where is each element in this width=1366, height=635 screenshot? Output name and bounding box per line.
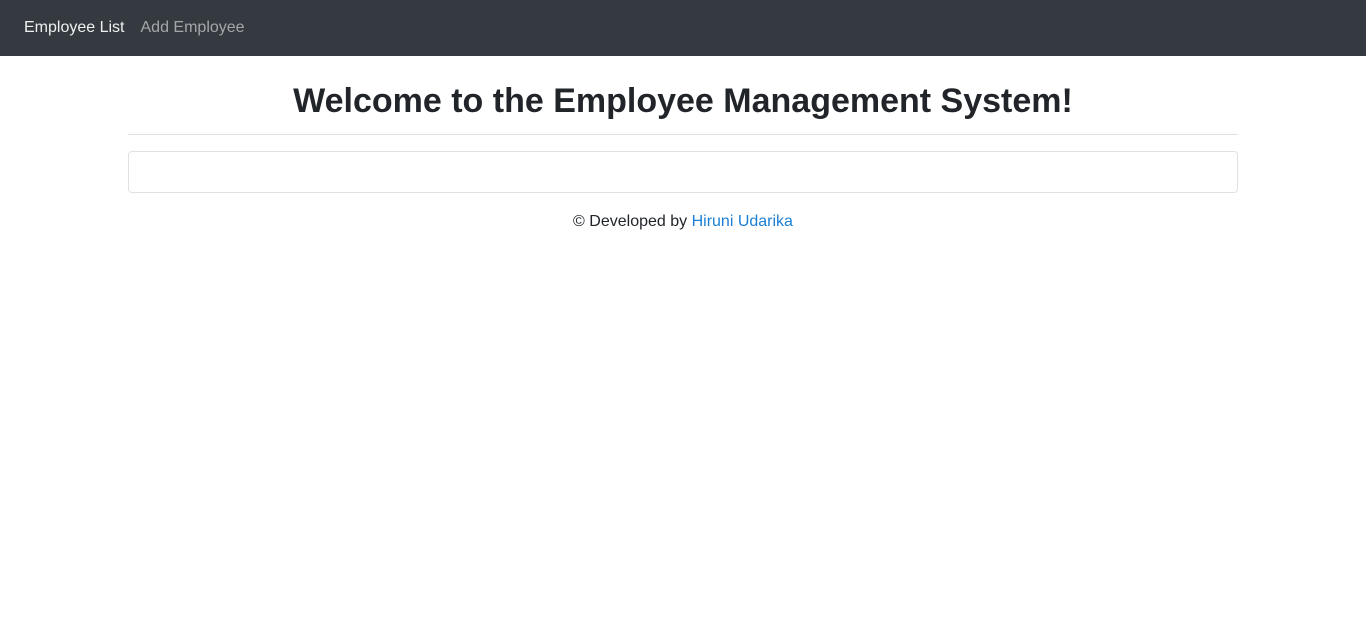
top-navbar: Employee List Add Employee [0, 0, 1366, 56]
main-container: Welcome to the Employee Management Syste… [128, 56, 1238, 230]
page-title: Welcome to the Employee Management Syste… [293, 82, 1073, 120]
footer: © Developed by Hiruni Udarika [128, 211, 1238, 233]
title-divider [128, 134, 1238, 135]
employee-content-panel [128, 151, 1238, 193]
nav-add-employee-link[interactable]: Add Employee [141, 0, 245, 56]
developer-link[interactable]: Hiruni Udarika [692, 213, 793, 230]
copyright-symbol: © [573, 213, 585, 230]
developed-by-text: Developed by [589, 213, 688, 230]
nav-employee-list-link[interactable]: Employee List [24, 0, 125, 56]
